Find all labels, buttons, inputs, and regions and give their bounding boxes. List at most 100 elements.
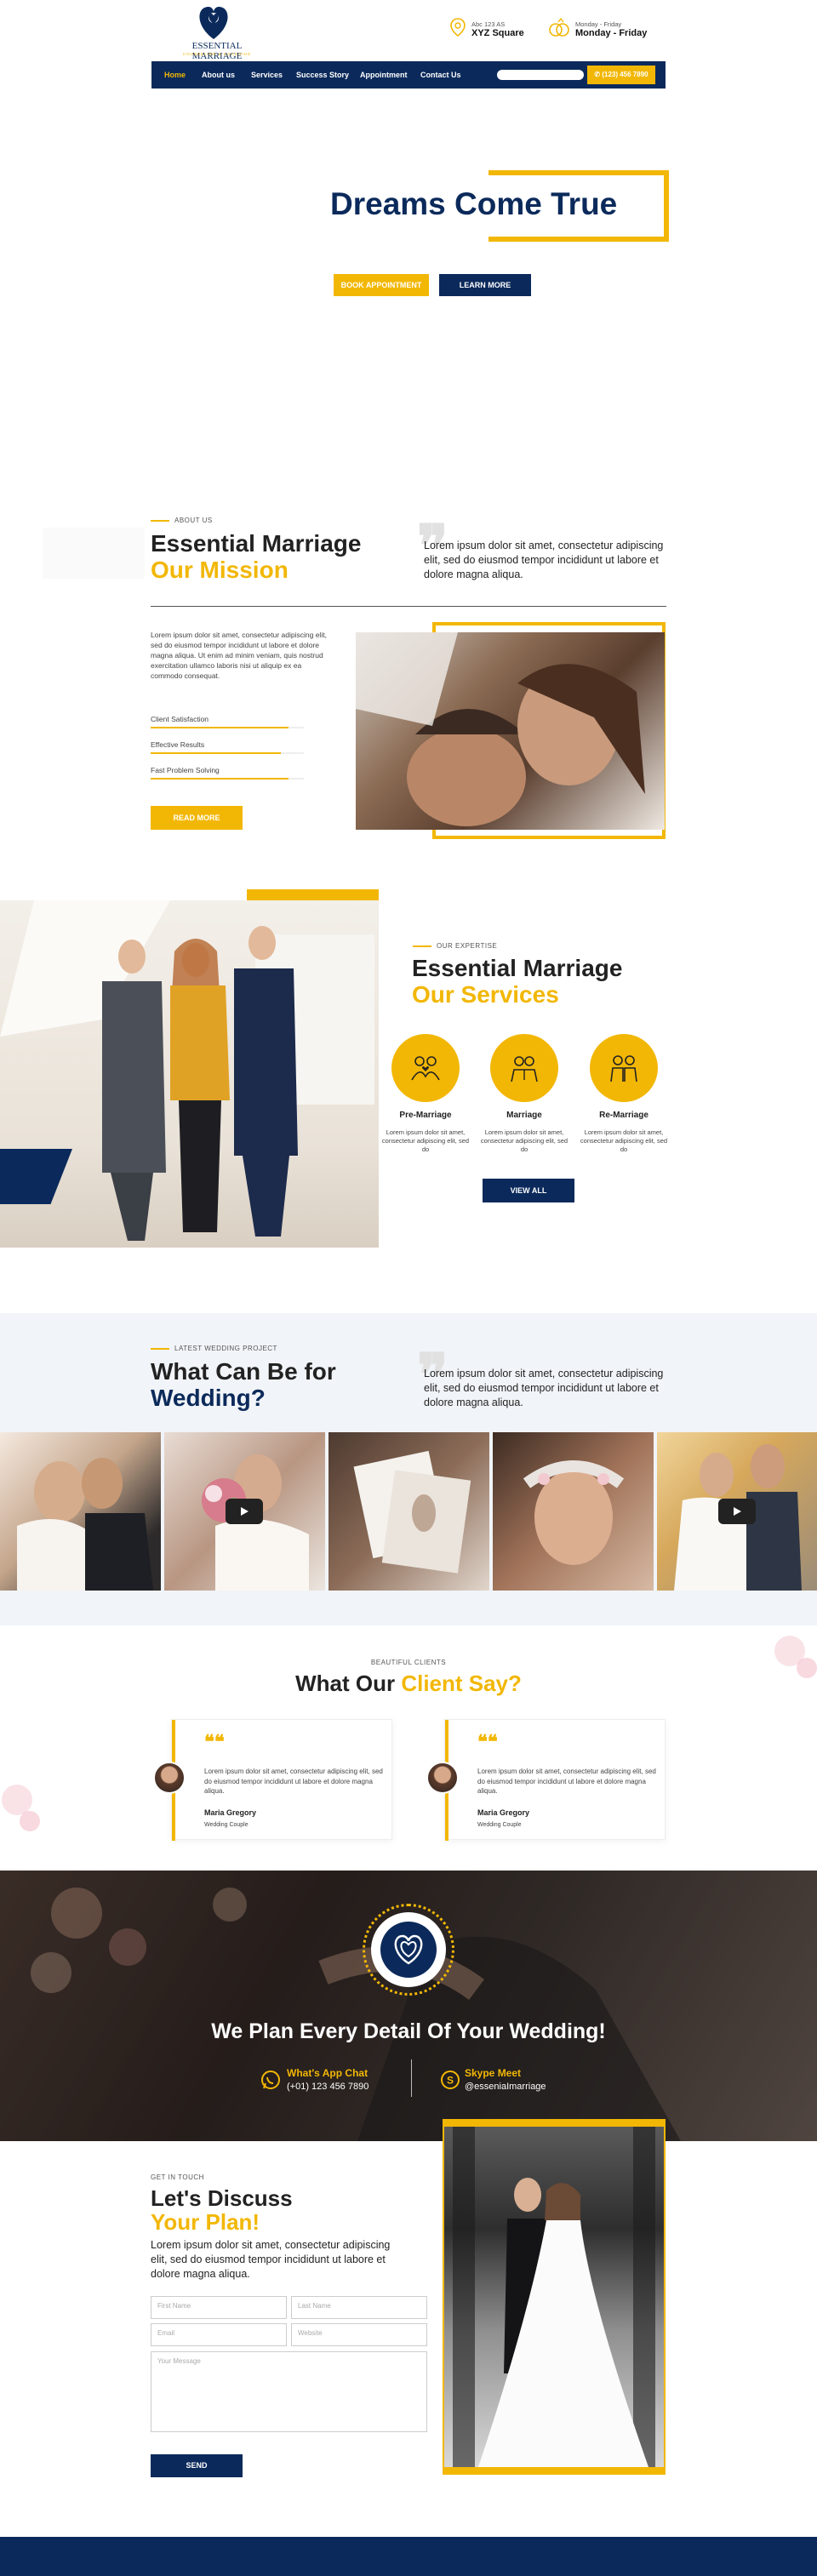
whatsapp-icon (261, 2071, 280, 2089)
footer-bar (0, 2537, 817, 2576)
phone-icon: ✆ (594, 71, 603, 78)
read-more-button[interactable]: READ MORE (151, 806, 243, 830)
testimonial-card-1: ❝❝ Lorem ipsum dolor sit amet, consectet… (171, 1719, 392, 1841)
hero-sand (0, 357, 817, 460)
skill-label-1: Client Satisfaction (151, 715, 209, 723)
wedding-title: What Can Be for (151, 1358, 336, 1385)
service-card-remarriage[interactable] (590, 1034, 658, 1102)
contact-eyebrow: GET IN TOUCH (151, 2173, 204, 2181)
quote-open-icon-2: ❝❝ (477, 1731, 498, 1752)
skill-label-2: Effective Results (151, 740, 205, 749)
remarriage-icon (610, 1055, 637, 1082)
quote-open-icon: ❝❝ (204, 1731, 225, 1752)
nav-item-about[interactable]: About us (202, 61, 235, 89)
wedding-eyebrow: LATEST WEDDING PROJECT (151, 1345, 277, 1352)
services-subtitle: Our Services (412, 981, 559, 1008)
hero-couple-image (102, 96, 477, 431)
about-eyebrow: ABOUT US (151, 517, 213, 524)
testimonial-text-1: Lorem ipsum dolor sit amet, consectetur … (204, 1768, 383, 1795)
service-name-1: Pre-Marriage (399, 1111, 452, 1120)
gallery-photo-4[interactable] (493, 1432, 654, 1591)
nav-item-appointment[interactable]: Appointment (360, 61, 408, 89)
wedding-couple-icon (511, 1056, 538, 1082)
testimonial-text-2: Lorem ipsum dolor sit amet, consectetur … (477, 1768, 656, 1795)
gallery-photo-5[interactable] (657, 1432, 817, 1591)
video-play-button-2[interactable] (718, 1499, 756, 1524)
skype-icon: S (441, 2071, 460, 2089)
service-name-2: Marriage (506, 1111, 542, 1120)
video-play-button-1[interactable] (226, 1499, 263, 1524)
nav-item-success-story[interactable]: Success Story (296, 61, 349, 89)
about-title: Essential Marriage (151, 530, 362, 557)
hours-line2: Monday - Friday (575, 28, 648, 38)
couple-icon (411, 1056, 440, 1081)
rings-icon (549, 17, 569, 37)
service-card-premarriage[interactable] (391, 1034, 460, 1102)
brand-tagline: COUNSELING & COACHING (182, 52, 252, 56)
services-eyebrow: OUR EXPERTISE (413, 942, 497, 950)
about-decor-shape (43, 528, 145, 579)
address-line2: XYZ Square (471, 28, 524, 38)
plan-divider (411, 2059, 412, 2097)
floral-decor-right (774, 1636, 817, 1678)
gallery-photo-2[interactable] (164, 1432, 325, 1591)
service-text-2: Lorem ipsum dolor sit amet, consectetur … (480, 1128, 568, 1153)
skill-label-3: Fast Problem Solving (151, 766, 220, 774)
wedding-intro: Lorem ipsum dolor sit amet, consectetur … (424, 1368, 664, 1408)
message-field[interactable]: Your Message (151, 2351, 427, 2432)
hero-title-line1: Make Your (330, 153, 476, 188)
service-card-marriage[interactable] (490, 1034, 558, 1102)
nav-item-contact[interactable]: Contact Us (420, 61, 461, 89)
service-name-3: Re-Marriage (599, 1111, 648, 1120)
send-button[interactable]: SEND (151, 2454, 243, 2477)
hero-title-line3: With Us (330, 219, 437, 254)
plan-logo (371, 1912, 446, 1987)
hours-line1: Monday - Friday (575, 20, 622, 28)
main-nav: Home About us Services Success Story App… (151, 61, 666, 89)
call-button-label: (123) 456 7890 (602, 71, 648, 78)
testimonial-name-2: Maria Gregory (477, 1808, 530, 1817)
about-couple-photo (356, 632, 665, 830)
nav-item-services[interactable]: Services (251, 61, 283, 89)
services-accent-bar (247, 889, 379, 901)
learn-more-button[interactable]: LEARN MORE (439, 274, 531, 296)
address-line1: Abc 123 AS (471, 20, 506, 28)
avatar-2 (426, 1762, 459, 1794)
top-bar: ESSENTIAL MARRIAGE COUNSELING & COACHING… (151, 0, 666, 61)
about-subtitle: Our Mission (151, 557, 289, 583)
skype-label: Skype Meet (465, 2067, 522, 2079)
contact-title: Let's Discuss (151, 2185, 293, 2211)
svg-text:S: S (447, 2075, 454, 2087)
skype-value[interactable]: @esseniaImarriage (465, 2082, 546, 2092)
brand-logo[interactable] (184, 3, 243, 45)
whatsapp-label: What's App Chat (287, 2067, 369, 2079)
services-team-photo (0, 900, 379, 1248)
nav-item-home[interactable]: Home (164, 61, 186, 89)
gallery-photo-3[interactable] (329, 1432, 489, 1591)
about-paragraph: Lorem ipsum dolor sit amet, consectetur … (151, 631, 327, 680)
contact-intro: Lorem ipsum dolor sit amet, consectetur … (151, 2239, 391, 2280)
email-field[interactable]: Email (151, 2323, 287, 2346)
testimonials-eyebrow: BEAUTIFUL CLIENTS (370, 1659, 447, 1666)
testimonial-name-1: Maria Gregory (204, 1808, 257, 1817)
avatar (153, 1762, 186, 1794)
website-field[interactable]: Website (291, 2323, 427, 2346)
whatsapp-value[interactable]: (+01) 123 456 7890 (287, 2082, 369, 2092)
skill-bar-2 (151, 752, 304, 754)
location-pin-icon (450, 18, 466, 37)
heart-icon (394, 1934, 423, 1965)
first-name-field[interactable]: First Name (151, 2296, 287, 2319)
testimonial-role-1: Wedding Couple (204, 1822, 249, 1828)
gallery-photo-1[interactable] (0, 1432, 161, 1591)
book-appointment-button[interactable]: BOOK APPOINTMENT (334, 274, 429, 296)
about-intro: Lorem ipsum dolor sit amet, consectetur … (424, 540, 664, 580)
search-input[interactable] (497, 70, 584, 80)
call-button[interactable]: ✆ (123) 456 7890 (587, 66, 655, 84)
view-all-button[interactable]: VIEW ALL (483, 1179, 574, 1202)
play-icon (241, 1507, 249, 1516)
brand-name: ESSENTIAL MARRIAGE (191, 41, 243, 61)
testimonials-title: What Our Client Say? (295, 1671, 522, 1696)
floral-decor-left (2, 1785, 40, 1831)
last-name-field[interactable]: Last Name (291, 2296, 427, 2319)
plan-title: We Plan Every Detail Of Your Wedding! (211, 2019, 606, 2043)
